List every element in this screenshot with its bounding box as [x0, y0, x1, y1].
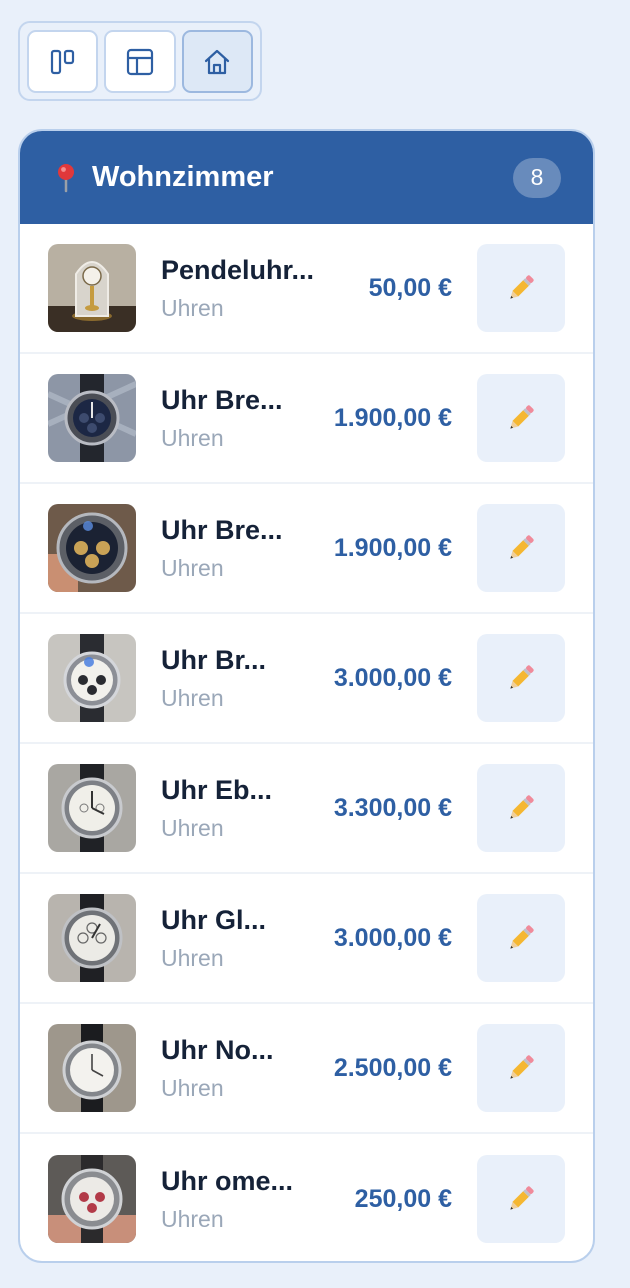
item-price: 1.900,00 €	[333, 403, 452, 432]
edit-button[interactable]	[477, 764, 565, 852]
house-icon	[205, 49, 230, 74]
pencil-icon	[510, 665, 534, 689]
item-category: Uhren	[161, 424, 224, 451]
item-thumbnail	[48, 1155, 136, 1243]
edit-button[interactable]	[477, 244, 565, 332]
item-price: 3.300,00 €	[333, 793, 452, 822]
pencil-icon	[510, 1186, 534, 1210]
edit-button[interactable]	[477, 504, 565, 592]
list-item[interactable]: Uhr Bre... Uhren 1.900,00 €	[20, 484, 593, 614]
list-item[interactable]: Uhr Bre... Uhren 1.900,00 €	[20, 354, 593, 484]
item-category: Uhren	[161, 944, 224, 971]
board-view-button[interactable]	[27, 30, 99, 93]
list-item[interactable]: Uhr ome... Uhren 250,00 €	[20, 1134, 593, 1261]
item-category: Uhren	[161, 554, 224, 581]
list-item[interactable]: Uhr Eb... Uhren 3.300,00 €	[20, 744, 593, 874]
table-view-button[interactable]	[104, 30, 176, 93]
item-price: 50,00 €	[368, 273, 452, 302]
item-category: Uhren	[161, 294, 224, 321]
item-name: Pendeluhr...	[161, 254, 315, 285]
map-pin-icon	[58, 163, 74, 192]
list-item[interactable]: Uhr Br... Uhren 3.000,00 €	[20, 614, 593, 744]
edit-button[interactable]	[477, 374, 565, 462]
item-name: Uhr Bre...	[161, 384, 283, 415]
item-category: Uhren	[161, 1205, 224, 1232]
list-item[interactable]: Uhr No... Uhren 2.500,00 €	[20, 1004, 593, 1134]
item-thumbnail	[48, 1024, 136, 1112]
room-title: Wohnzimmer	[92, 161, 274, 193]
item-list: Pendeluhr... Uhren 50,00 € Uhr Bre... Uh…	[20, 224, 593, 1261]
item-price: 3.000,00 €	[333, 663, 452, 692]
table-layout-icon	[126, 48, 154, 75]
room-card: Wohnzimmer 8 Pendeluhr... Uhren 50,00 € …	[18, 129, 595, 1263]
list-item[interactable]: Uhr Gl... Uhren 3.000,00 €	[20, 874, 593, 1004]
edit-button[interactable]	[477, 1155, 565, 1243]
item-category: Uhren	[161, 684, 224, 711]
home-view-button[interactable]	[181, 30, 253, 93]
pencil-icon	[510, 535, 534, 559]
pencil-icon	[510, 1055, 534, 1079]
pencil-icon	[510, 795, 534, 819]
item-category: Uhren	[161, 814, 224, 841]
item-name: Uhr ome...	[161, 1165, 294, 1196]
edit-button[interactable]	[477, 894, 565, 982]
room-header: Wohnzimmer 8	[20, 131, 593, 224]
edit-button[interactable]	[477, 1024, 565, 1112]
pencil-icon	[510, 405, 534, 429]
item-name: Uhr Gl...	[161, 904, 267, 935]
item-price: 2.500,00 €	[333, 1053, 452, 1082]
item-price: 1.900,00 €	[333, 533, 452, 562]
item-count-badge: 8	[513, 157, 561, 198]
item-thumbnail	[48, 894, 136, 982]
item-thumbnail	[48, 504, 136, 592]
item-price: 250,00 €	[354, 1184, 452, 1213]
item-price: 3.000,00 €	[333, 923, 452, 952]
pencil-icon	[510, 925, 534, 949]
item-category: Uhren	[161, 1074, 224, 1101]
item-thumbnail	[48, 634, 136, 722]
view-switcher	[18, 21, 262, 101]
item-thumbnail	[48, 374, 136, 462]
item-thumbnail	[48, 244, 136, 332]
item-name: Uhr Eb...	[161, 774, 273, 805]
item-name: Uhr Bre...	[161, 514, 283, 545]
edit-button[interactable]	[477, 634, 565, 722]
item-name: Uhr No...	[161, 1034, 274, 1065]
list-item[interactable]: Pendeluhr... Uhren 50,00 €	[20, 224, 593, 354]
kanban-columns-icon	[50, 49, 74, 74]
pencil-icon	[510, 275, 534, 299]
item-thumbnail	[48, 764, 136, 852]
item-name: Uhr Br...	[161, 644, 267, 675]
